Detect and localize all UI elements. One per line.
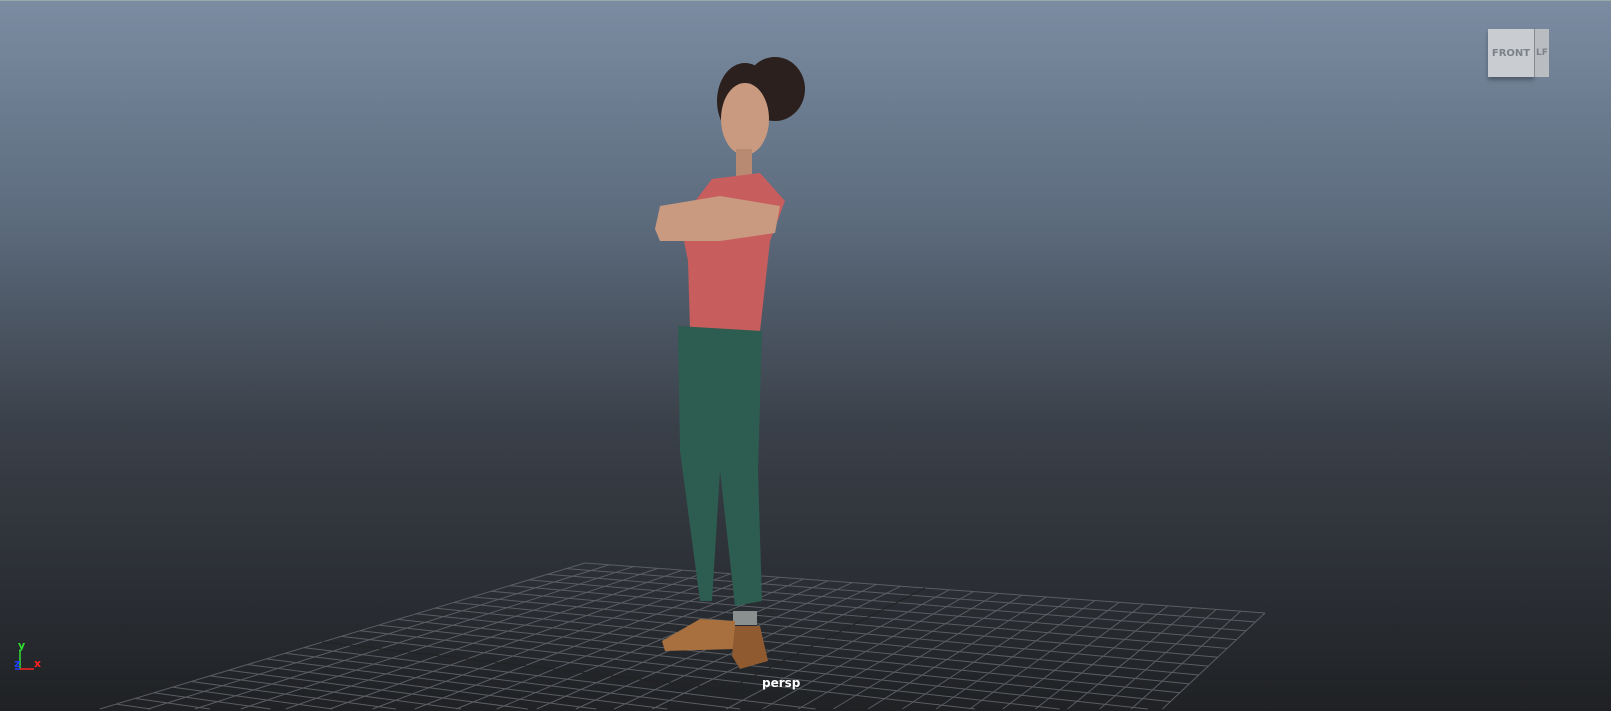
pants — [678, 326, 762, 606]
view-cube-front[interactable]: FRONT — [1488, 29, 1534, 77]
camera-label: persp — [762, 676, 801, 690]
shoe-right — [732, 626, 768, 669]
shoe-left — [662, 619, 735, 651]
view-cube-side[interactable]: LF — [1534, 29, 1549, 77]
view-cube[interactable]: FRONT LF — [1488, 29, 1550, 79]
viewport-persp[interactable]: FRONT LF y x z persp — [0, 0, 1611, 711]
character-model[interactable] — [0, 1, 1611, 710]
shirt — [680, 173, 785, 331]
axis-indicator: y x z — [12, 639, 52, 675]
neck — [736, 149, 752, 177]
sock — [733, 611, 757, 625]
face — [721, 83, 769, 155]
axis-y-label: y — [18, 639, 26, 652]
axis-z-label: z — [14, 657, 21, 670]
axis-x-label: x — [34, 657, 42, 670]
